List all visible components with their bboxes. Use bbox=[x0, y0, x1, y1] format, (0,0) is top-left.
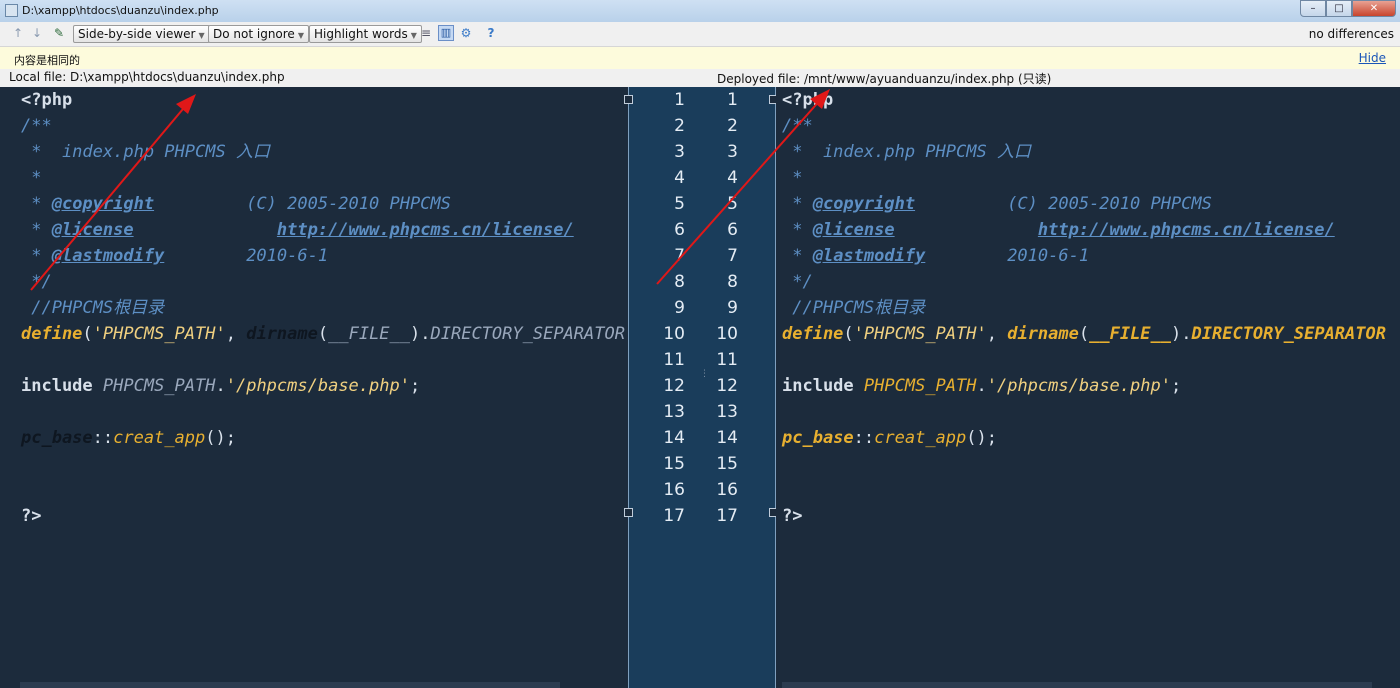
annotation-arrow-right bbox=[656, 97, 823, 285]
arrowhead-icon bbox=[810, 89, 830, 109]
arrowhead-icon bbox=[176, 94, 196, 114]
annotation-arrows bbox=[30, 89, 830, 291]
annotation-arrow-left bbox=[30, 102, 189, 291]
